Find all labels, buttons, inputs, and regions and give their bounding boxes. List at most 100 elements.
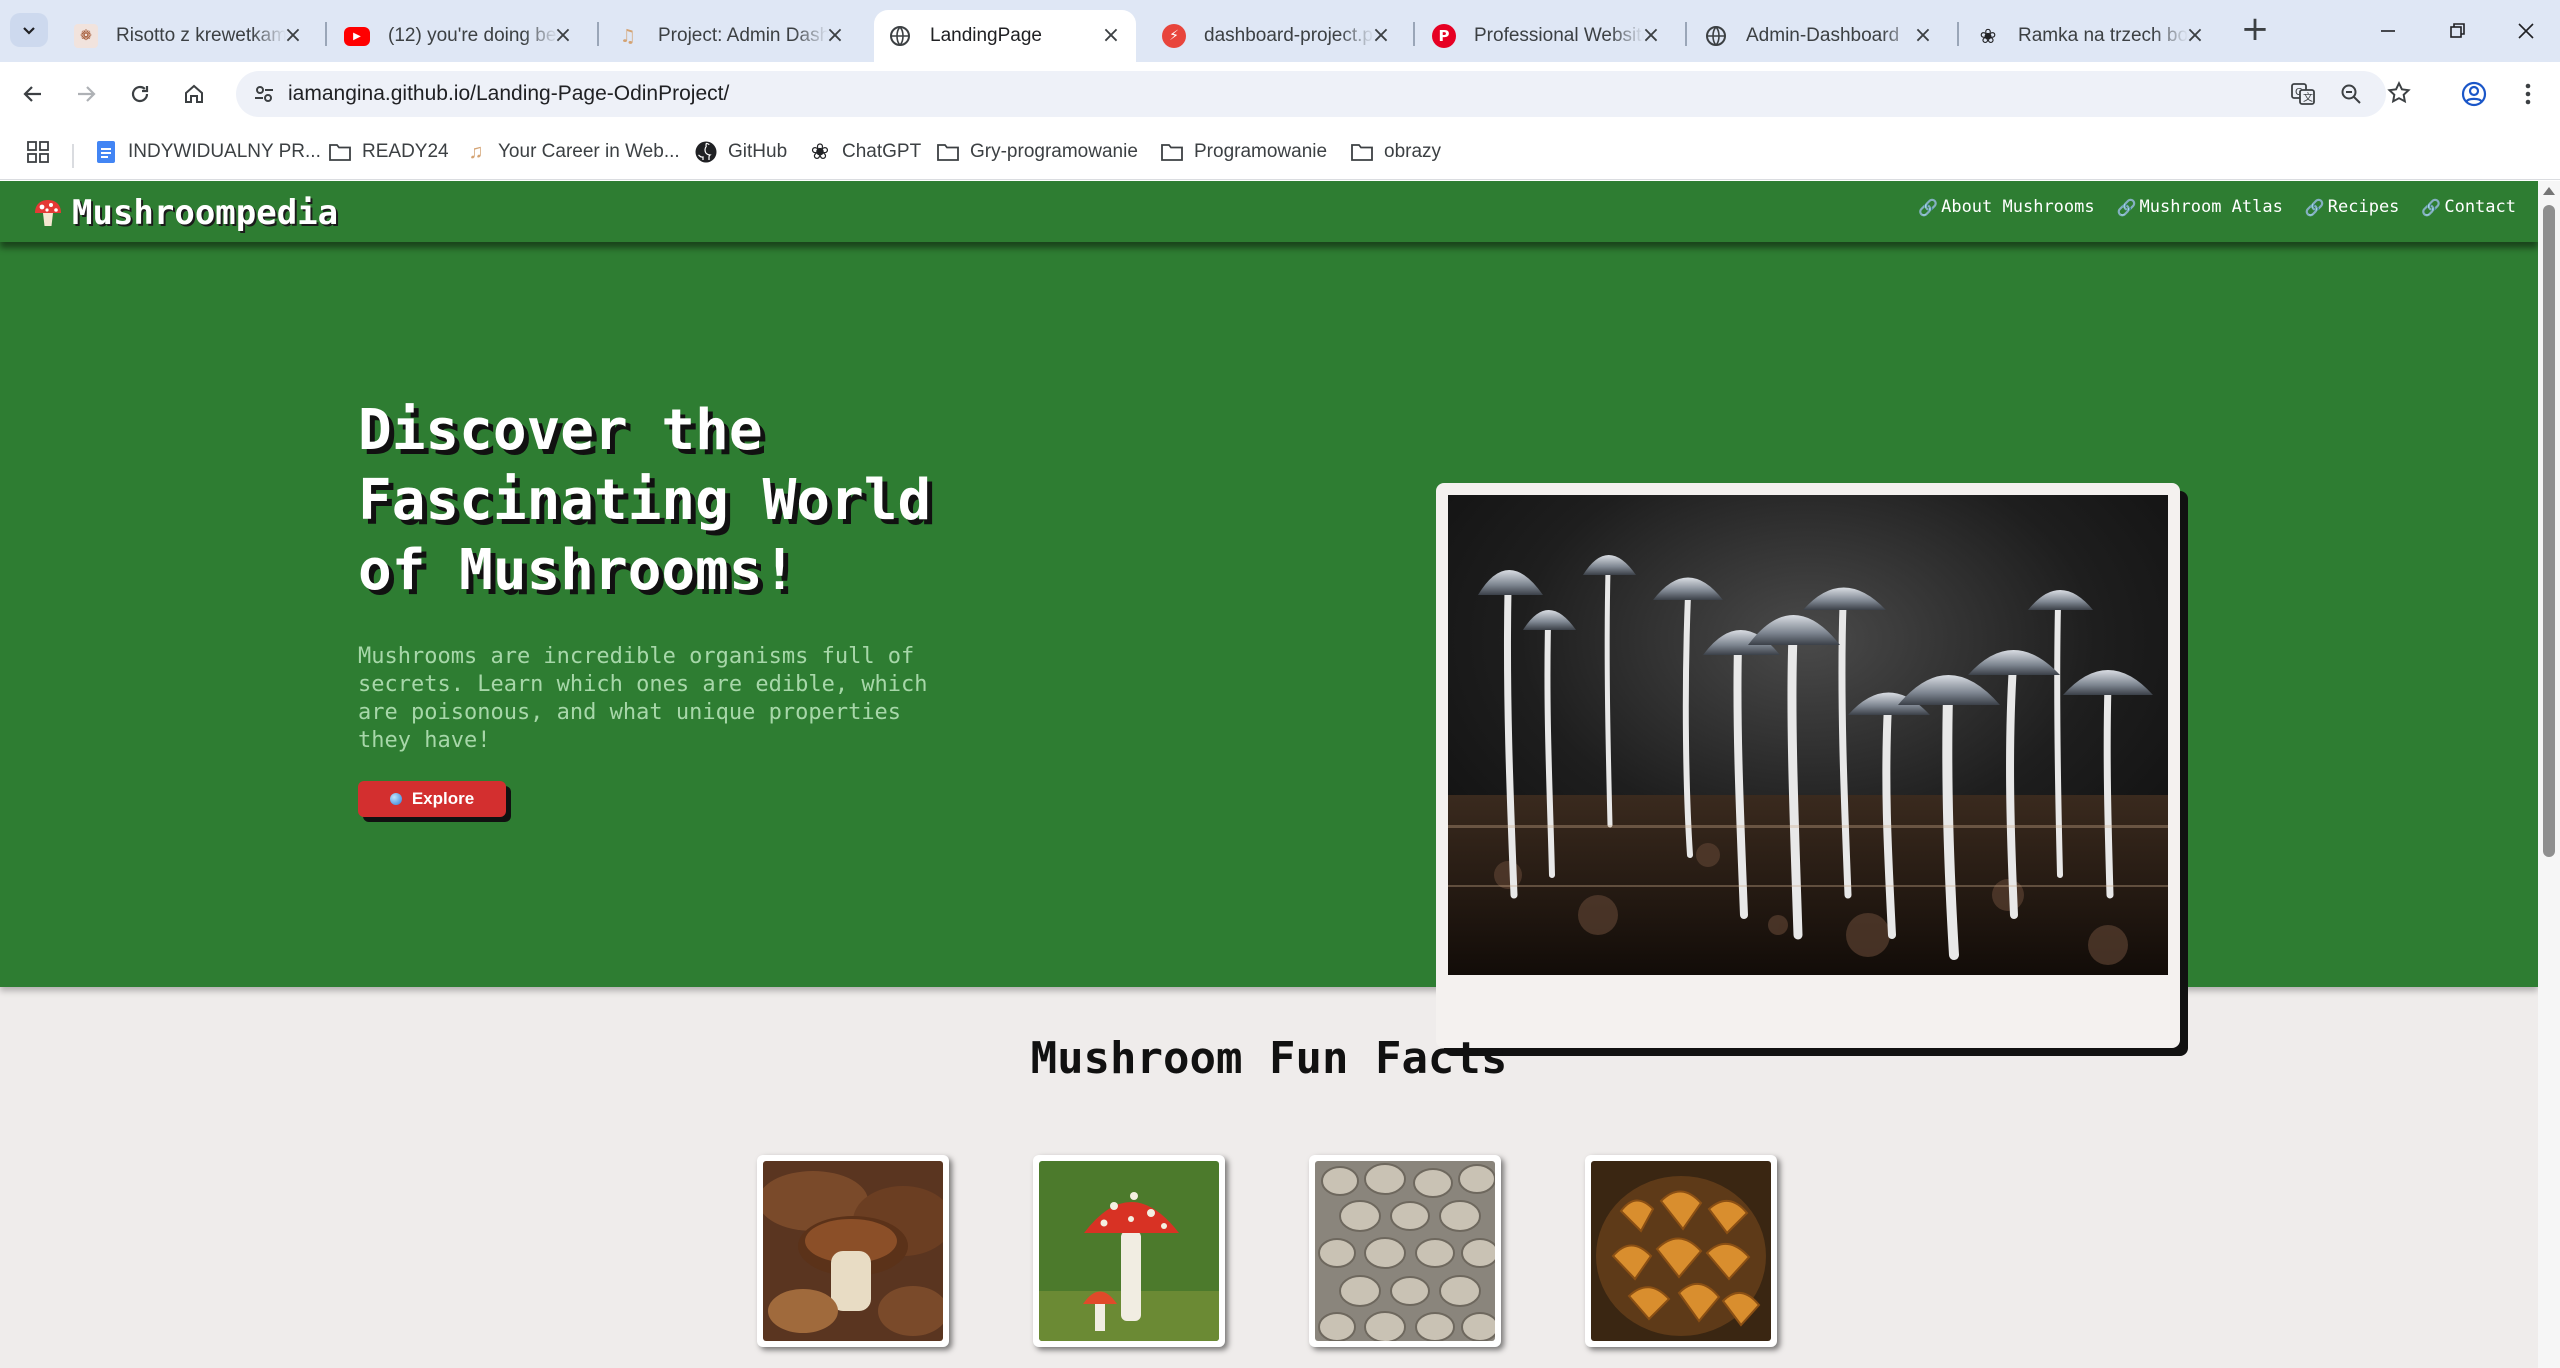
nav-link-label: Recipes: [2327, 197, 2400, 217]
bookmark-github[interactable]: GitHub: [694, 136, 787, 168]
restore-icon: [2450, 23, 2465, 38]
github-icon: [694, 140, 718, 164]
folder-icon: [1160, 140, 1184, 164]
explore-button[interactable]: Explore: [358, 781, 506, 817]
site-logo[interactable]: Mushroompedia: [32, 193, 338, 233]
hero-title: Discover the Fascinating World of Mushro…: [358, 398, 932, 603]
home-button[interactable]: [174, 74, 214, 114]
odin-icon: ♫: [619, 25, 637, 47]
site-info-button[interactable]: [248, 78, 280, 110]
tab-search-button[interactable]: [10, 13, 48, 47]
bookmark-star-button[interactable]: [2381, 75, 2417, 111]
fact-card-champignon[interactable]: [1309, 1155, 1501, 1347]
tab-professional-website[interactable]: P Professional Website ×: [1418, 10, 1676, 62]
close-icon[interactable]: ×: [2182, 23, 2208, 49]
close-icon[interactable]: ×: [822, 23, 848, 49]
bookmark-gry-programowanie[interactable]: Gry-programowanie: [936, 136, 1138, 168]
zoom-button[interactable]: [2336, 79, 2366, 109]
scroll-up-arrow-icon[interactable]: [2543, 187, 2555, 195]
apps-grid-icon: [27, 141, 49, 163]
tab-admin-dashboard-project[interactable]: ♫ Project: Admin Dashboard ×: [602, 10, 860, 62]
porcini-image: [763, 1161, 943, 1341]
back-button[interactable]: [13, 74, 53, 114]
hero-subtitle: Mushrooms are incredible organisms full …: [358, 644, 928, 753]
folder-icon: [1350, 140, 1374, 164]
restore-button[interactable]: [2438, 14, 2478, 48]
forward-button[interactable]: [66, 74, 106, 114]
browser-toolbar: iamangina.github.io/Landing-Page-OdinPro…: [0, 62, 2560, 126]
page-scrollbar[interactable]: [2538, 181, 2560, 1368]
tab-dashboard-png[interactable]: ⚡ dashboard-project.png ×: [1148, 10, 1406, 62]
bookmark-indywidualny[interactable]: INDYWIDUALNY PR...: [94, 136, 321, 168]
nav-link-label: About Mushrooms: [1941, 197, 2095, 217]
link-icon: 🔗: [2421, 197, 2442, 217]
close-icon[interactable]: ×: [1098, 23, 1124, 49]
tab-landingpage[interactable]: LandingPage ×: [874, 10, 1136, 62]
pinterest-icon: P: [1432, 24, 1456, 48]
tune-icon: [255, 86, 273, 102]
menu-button[interactable]: [2510, 76, 2546, 112]
tab-title: LandingPage: [930, 25, 1042, 46]
bookmarks-bar: INDYWIDUALNY PR... READY24 ♫ Your Career…: [0, 126, 2560, 180]
fact-card-fly-agaric[interactable]: [1033, 1155, 1225, 1347]
kebab-menu-icon: [2525, 83, 2531, 105]
tab-title: Admin-Dashboard: [1746, 25, 1900, 46]
new-tab-button[interactable]: +: [2238, 12, 2272, 48]
address-bar[interactable]: iamangina.github.io/Landing-Page-OdinPro…: [236, 71, 2386, 117]
home-icon: [185, 84, 203, 103]
scrollbar-thumb[interactable]: [2543, 205, 2555, 857]
minimize-icon: [2381, 30, 2395, 32]
profile-icon: [2461, 81, 2487, 107]
arrow-left-icon: [23, 86, 41, 102]
bookmark-label: Programowanie: [1194, 141, 1328, 162]
globe-icon: [389, 793, 402, 805]
chanterelle-image: [1591, 1161, 1771, 1341]
close-window-button[interactable]: [2506, 14, 2546, 48]
explore-button-label: Explore: [411, 789, 475, 808]
tab-title: Risotto z krewetkami: [116, 25, 286, 46]
tab-youtube[interactable]: ▶ (12) you're doing better ×: [330, 10, 588, 62]
tab-separator: [597, 22, 599, 46]
profile-button[interactable]: [2456, 76, 2492, 112]
translate-button[interactable]: G文: [2288, 79, 2318, 109]
bookmark-obrazy[interactable]: obrazy: [1350, 136, 1441, 168]
mushroom-icon: [35, 200, 61, 226]
tab-title: Ramka na trzech bokach: [2018, 25, 2188, 46]
nav-link-recipes[interactable]: 🔗 Recipes: [2305, 197, 2400, 217]
nav-link-atlas[interactable]: 🔗 Mushroom Atlas: [2117, 197, 2283, 217]
url-text[interactable]: iamangina.github.io/Landing-Page-OdinPro…: [288, 71, 729, 117]
site-nav-links: 🔗 About Mushrooms 🔗 Mushroom Atlas 🔗 Recipe…: [1918, 197, 2516, 217]
docs-icon: [94, 140, 118, 164]
tab-separator: [1685, 22, 1687, 46]
nav-link-contact[interactable]: 🔗 Contact: [2421, 197, 2516, 217]
tab-title: Professional Website: [1474, 25, 1644, 46]
fact-card-chanterelle[interactable]: [1585, 1155, 1777, 1347]
link-icon: 🔗: [1918, 197, 1939, 217]
close-icon[interactable]: ×: [1910, 23, 1936, 49]
minimize-button[interactable]: [2368, 14, 2408, 48]
tab-title: dashboard-project.png: [1204, 25, 1374, 46]
nav-link-label: Mushroom Atlas: [2139, 197, 2283, 217]
apps-button[interactable]: [26, 136, 50, 168]
bookmark-your-career[interactable]: ♫ Your Career in Web...: [464, 136, 680, 168]
arrow-right-icon: [78, 86, 96, 102]
bookmark-label: Your Career in Web...: [498, 141, 680, 162]
close-icon[interactable]: ×: [1368, 23, 1394, 49]
fact-card-porcini[interactable]: [757, 1155, 949, 1347]
nav-link-about[interactable]: 🔗 About Mushrooms: [1918, 197, 2094, 217]
tab-admin-dashboard[interactable]: Admin-Dashboard ×: [1690, 10, 1948, 62]
close-icon[interactable]: ×: [550, 23, 576, 49]
close-icon[interactable]: ×: [280, 23, 306, 49]
tab-ramka[interactable]: ❀ Ramka na trzech bokach ×: [1962, 10, 2220, 62]
reload-icon: [131, 85, 149, 103]
hero-mushrooms-image: [1448, 495, 2168, 975]
tab-risotto[interactable]: ❁ Risotto z krewetkami ×: [60, 10, 318, 62]
bolt-icon: ⚡: [1162, 24, 1186, 48]
bookmark-ready24[interactable]: READY24: [328, 136, 449, 168]
facts-section-title: Mushroom Fun Facts: [1030, 1033, 1508, 1084]
bookmark-programowanie[interactable]: Programowanie: [1160, 136, 1327, 168]
champignon-image: [1315, 1161, 1495, 1341]
bookmark-chatgpt[interactable]: ❀ ChatGPT: [808, 136, 921, 168]
reload-button[interactable]: [120, 74, 160, 114]
close-icon[interactable]: ×: [1638, 23, 1664, 49]
